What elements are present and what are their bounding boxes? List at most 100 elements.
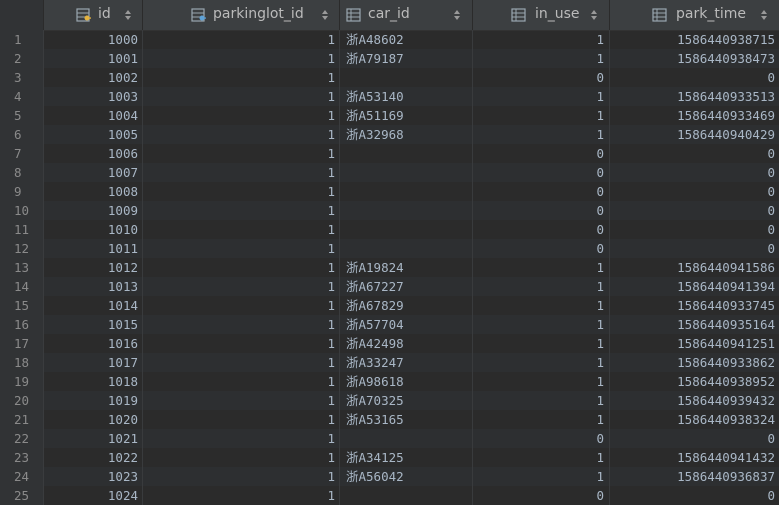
park-time-cell[interactable]: 1586440933513	[610, 87, 779, 106]
in-use-cell[interactable]: 0	[473, 144, 610, 163]
in-use-cell[interactable]: 1	[473, 87, 610, 106]
parkinglot-id-cell[interactable]: 1	[143, 201, 340, 220]
parkinglot-id-cell[interactable]: 1	[143, 125, 340, 144]
id-cell[interactable]: 1020	[44, 410, 143, 429]
in-use-cell[interactable]: 0	[473, 163, 610, 182]
row-number-cell[interactable]: 6	[0, 125, 44, 144]
sort-arrows-icon[interactable]	[760, 7, 768, 21]
table-row[interactable]: 2 1001 1 浙A79187 1 1586440938473	[0, 49, 779, 68]
park-time-cell[interactable]: 1586440941586	[610, 258, 779, 277]
car-id-cell[interactable]: 浙A32968	[340, 125, 473, 144]
park-time-cell[interactable]: 0	[610, 239, 779, 258]
parkinglot-id-cell[interactable]: 1	[143, 220, 340, 239]
in-use-cell[interactable]: 1	[473, 315, 610, 334]
row-number-cell[interactable]: 25	[0, 486, 44, 505]
park-time-cell[interactable]: 1586440941394	[610, 277, 779, 296]
row-number-cell[interactable]: 8	[0, 163, 44, 182]
row-number-cell[interactable]: 24	[0, 467, 44, 486]
parkinglot-id-cell[interactable]: 1	[143, 144, 340, 163]
parkinglot-id-cell[interactable]: 1	[143, 163, 340, 182]
parkinglot-id-cell[interactable]: 1	[143, 258, 340, 277]
table-row[interactable]: 20 1019 1 浙A70325 1 1586440939432	[0, 391, 779, 410]
car-id-cell[interactable]: 浙A48602	[340, 30, 473, 49]
row-number-cell[interactable]: 19	[0, 372, 44, 391]
parkinglot-id-cell[interactable]: 1	[143, 239, 340, 258]
in-use-cell[interactable]: 0	[473, 201, 610, 220]
row-number-cell[interactable]: 21	[0, 410, 44, 429]
park-time-cell[interactable]: 0	[610, 486, 779, 505]
in-use-cell[interactable]: 1	[473, 410, 610, 429]
parkinglot-id-cell[interactable]: 1	[143, 296, 340, 315]
id-cell[interactable]: 1003	[44, 87, 143, 106]
id-cell[interactable]: 1016	[44, 334, 143, 353]
id-cell[interactable]: 1024	[44, 486, 143, 505]
id-cell[interactable]: 1008	[44, 182, 143, 201]
parkinglot-id-cell[interactable]: 1	[143, 353, 340, 372]
parkinglot-id-cell[interactable]: 1	[143, 68, 340, 87]
car-id-cell[interactable]	[340, 429, 473, 448]
car-id-cell[interactable]: 浙A19824	[340, 258, 473, 277]
column-header-car-id[interactable]: car_id	[340, 0, 473, 30]
park-time-cell[interactable]: 0	[610, 201, 779, 220]
in-use-cell[interactable]: 1	[473, 334, 610, 353]
in-use-cell[interactable]: 0	[473, 68, 610, 87]
car-id-cell[interactable]: 浙A51169	[340, 106, 473, 125]
parkinglot-id-cell[interactable]: 1	[143, 448, 340, 467]
park-time-cell[interactable]: 0	[610, 68, 779, 87]
table-row[interactable]: 5 1004 1 浙A51169 1 1586440933469	[0, 106, 779, 125]
park-time-cell[interactable]: 1586440938715	[610, 30, 779, 49]
id-cell[interactable]: 1009	[44, 201, 143, 220]
row-number-cell[interactable]: 16	[0, 315, 44, 334]
column-header-id[interactable]: id	[44, 0, 143, 30]
car-id-cell[interactable]	[340, 144, 473, 163]
table-row[interactable]: 4 1003 1 浙A53140 1 1586440933513	[0, 87, 779, 106]
in-use-cell[interactable]: 1	[473, 372, 610, 391]
sort-arrows-icon[interactable]	[321, 7, 329, 21]
table-row[interactable]: 18 1017 1 浙A33247 1 1586440933862	[0, 353, 779, 372]
row-number-cell[interactable]: 14	[0, 277, 44, 296]
in-use-cell[interactable]: 0	[473, 182, 610, 201]
in-use-cell[interactable]: 1	[473, 296, 610, 315]
id-cell[interactable]: 1021	[44, 429, 143, 448]
park-time-cell[interactable]: 1586440936837	[610, 467, 779, 486]
row-number-cell[interactable]: 4	[0, 87, 44, 106]
table-row[interactable]: 21 1020 1 浙A53165 1 1586440938324	[0, 410, 779, 429]
park-time-cell[interactable]: 1586440938952	[610, 372, 779, 391]
table-row[interactable]: 1 1000 1 浙A48602 1 1586440938715	[0, 30, 779, 49]
park-time-cell[interactable]: 1586440938473	[610, 49, 779, 68]
parkinglot-id-cell[interactable]: 1	[143, 334, 340, 353]
parkinglot-id-cell[interactable]: 1	[143, 486, 340, 505]
parkinglot-id-cell[interactable]: 1	[143, 391, 340, 410]
car-id-cell[interactable]: 浙A98618	[340, 372, 473, 391]
park-time-cell[interactable]: 0	[610, 429, 779, 448]
id-cell[interactable]: 1012	[44, 258, 143, 277]
park-time-cell[interactable]: 1586440933862	[610, 353, 779, 372]
in-use-cell[interactable]: 1	[473, 353, 610, 372]
row-number-cell[interactable]: 5	[0, 106, 44, 125]
park-time-cell[interactable]: 0	[610, 220, 779, 239]
in-use-cell[interactable]: 1	[473, 277, 610, 296]
row-number-cell[interactable]: 12	[0, 239, 44, 258]
table-row[interactable]: 23 1022 1 浙A34125 1 1586440941432	[0, 448, 779, 467]
park-time-cell[interactable]: 1586440939432	[610, 391, 779, 410]
in-use-cell[interactable]: 1	[473, 106, 610, 125]
park-time-cell[interactable]: 1586440938324	[610, 410, 779, 429]
id-cell[interactable]: 1002	[44, 68, 143, 87]
car-id-cell[interactable]	[340, 201, 473, 220]
table-row[interactable]: 9 1008 1 0 0	[0, 182, 779, 201]
row-number-cell[interactable]: 22	[0, 429, 44, 448]
in-use-cell[interactable]: 0	[473, 220, 610, 239]
column-header-parkinglot-id[interactable]: parkinglot_id	[143, 0, 340, 30]
car-id-cell[interactable]: 浙A67829	[340, 296, 473, 315]
parkinglot-id-cell[interactable]: 1	[143, 372, 340, 391]
in-use-cell[interactable]: 0	[473, 429, 610, 448]
table-row[interactable]: 10 1009 1 0 0	[0, 201, 779, 220]
parkinglot-id-cell[interactable]: 1	[143, 410, 340, 429]
table-row[interactable]: 11 1010 1 0 0	[0, 220, 779, 239]
id-cell[interactable]: 1023	[44, 467, 143, 486]
id-cell[interactable]: 1000	[44, 30, 143, 49]
sort-arrows-icon[interactable]	[453, 7, 461, 21]
row-number-cell[interactable]: 10	[0, 201, 44, 220]
car-id-cell[interactable]	[340, 239, 473, 258]
park-time-cell[interactable]: 1586440933469	[610, 106, 779, 125]
